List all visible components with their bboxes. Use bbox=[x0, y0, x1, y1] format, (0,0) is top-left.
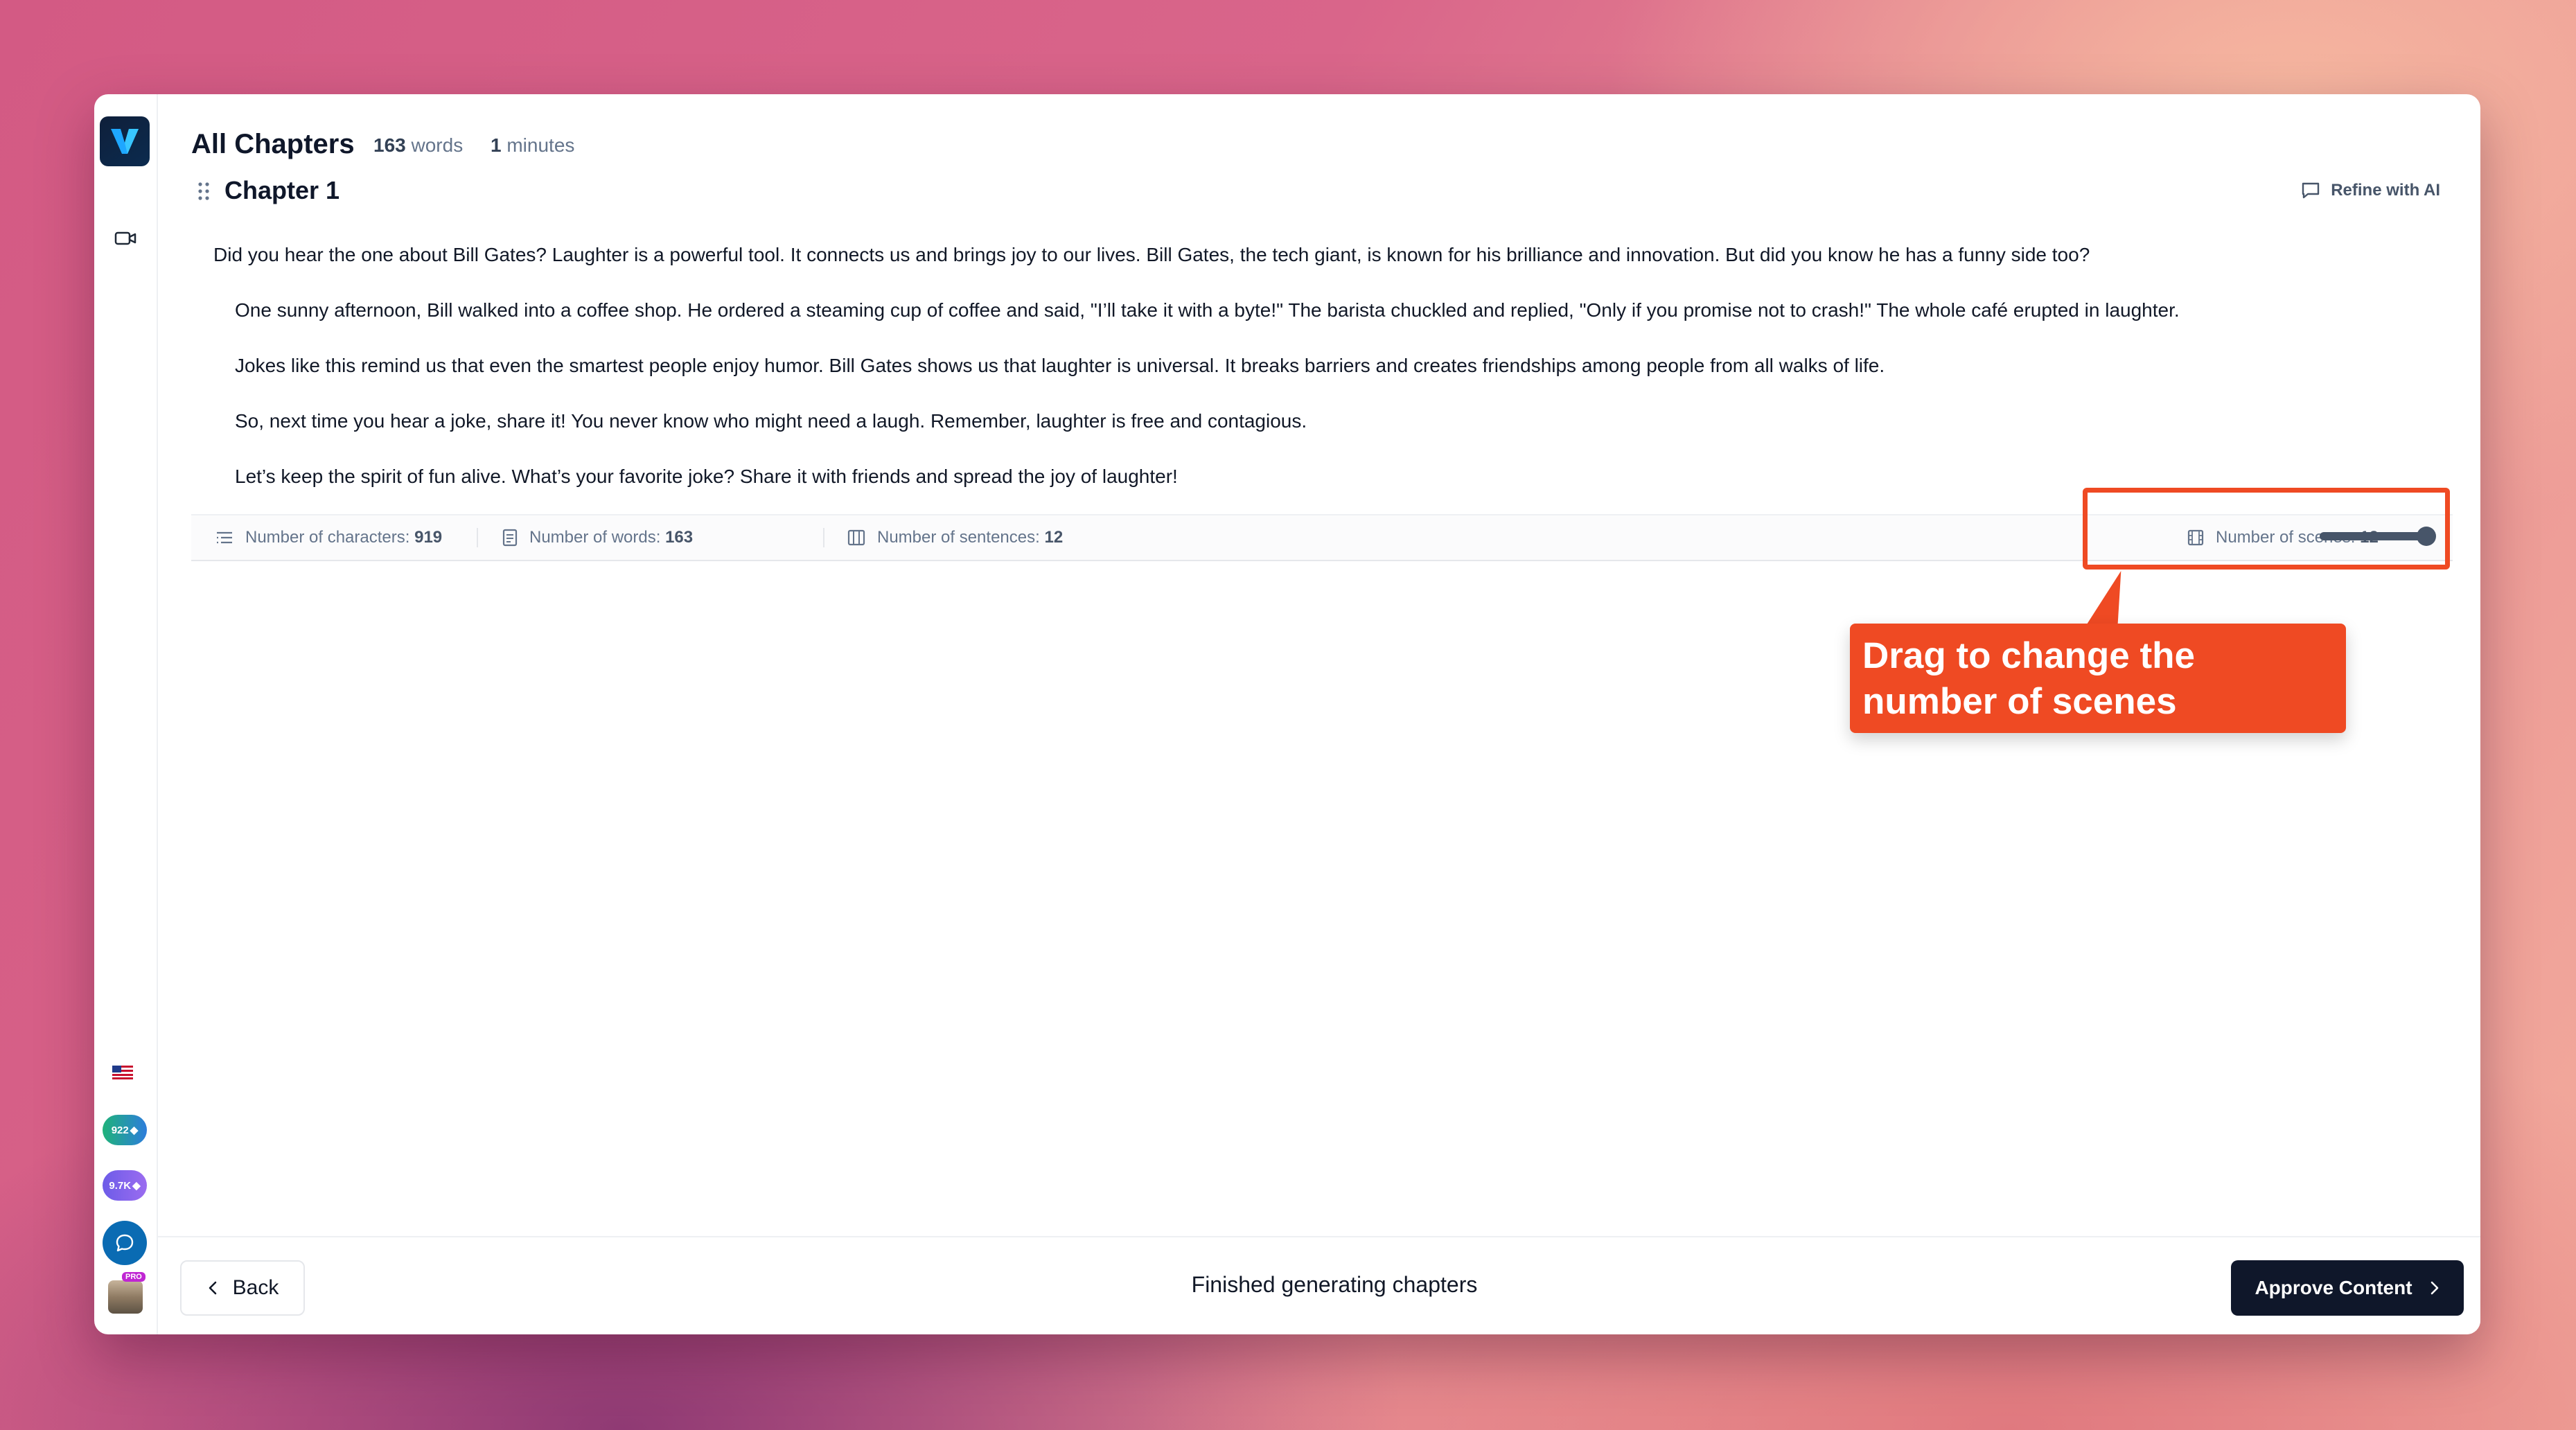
user-avatar[interactable] bbox=[108, 1280, 143, 1314]
credits-count: 9.7K bbox=[109, 1179, 132, 1192]
annotation-pointer bbox=[2087, 571, 2140, 624]
logo-v-icon bbox=[111, 129, 139, 154]
chapter-paragraph[interactable]: Jokes like this remind us that even the … bbox=[235, 355, 1885, 377]
characters-stat: Number of characters: 919 bbox=[215, 515, 442, 560]
list-icon bbox=[217, 531, 232, 544]
comment-icon bbox=[2302, 182, 2320, 199]
words-value: 163 bbox=[665, 528, 694, 547]
chat-bubble-icon bbox=[116, 1234, 134, 1252]
words-label: Number of words: bbox=[529, 528, 661, 547]
chapter-paragraph[interactable]: Let’s keep the spirit of fun alive. What… bbox=[235, 466, 1178, 488]
stat-divider bbox=[823, 528, 824, 547]
document-icon bbox=[502, 529, 518, 547]
credits-badge-secondary[interactable]: 9.7K ◆ bbox=[103, 1170, 147, 1201]
gem-icon: ◆ bbox=[132, 1180, 141, 1192]
sentences-value: 12 bbox=[1044, 528, 1064, 547]
word-count-meta: 163 words bbox=[373, 134, 463, 157]
app-window: 922 ◆ 9.7K ◆ PRO All Chapters 163 words … bbox=[94, 94, 2480, 1334]
refine-label: Refine with AI bbox=[2331, 181, 2440, 200]
duration-meta: 1 minutes bbox=[491, 134, 574, 157]
characters-value: 919 bbox=[414, 528, 443, 547]
chevron-left-icon bbox=[209, 1281, 216, 1295]
app-logo[interactable] bbox=[100, 116, 150, 166]
chevron-right-icon bbox=[2431, 1281, 2438, 1295]
chapter-paragraph[interactable]: Did you hear the one about Bill Gates? L… bbox=[213, 244, 2090, 266]
columns-icon bbox=[847, 529, 865, 546]
back-button[interactable]: Back bbox=[180, 1260, 305, 1316]
generation-status: Finished generating chapters bbox=[1191, 1272, 1478, 1297]
credits-count: 922 bbox=[111, 1124, 129, 1136]
video-icon[interactable] bbox=[114, 229, 137, 248]
words-stat: Number of words: 163 bbox=[502, 515, 693, 560]
word-count-value: 163 bbox=[373, 134, 406, 156]
chapter-paragraph[interactable]: One sunny afternoon, Bill walked into a … bbox=[235, 299, 2180, 321]
annotation-highlight-box bbox=[2083, 488, 2450, 570]
chapter-title[interactable]: Chapter 1 bbox=[224, 176, 339, 205]
us-flag-icon[interactable] bbox=[112, 1066, 133, 1079]
drag-handle-icon[interactable] bbox=[197, 181, 211, 202]
duration-unit: minutes bbox=[506, 134, 575, 156]
duration-value: 1 bbox=[491, 134, 502, 156]
characters-label: Number of characters: bbox=[245, 528, 410, 547]
stat-divider bbox=[477, 528, 478, 547]
pro-badge: PRO bbox=[122, 1272, 145, 1282]
annotation-callout: Drag to change the number of scenes bbox=[1850, 624, 2346, 733]
back-label: Back bbox=[232, 1276, 279, 1299]
chapter-paragraph[interactable]: So, next time you hear a joke, share it!… bbox=[235, 410, 1307, 432]
credits-badge-primary[interactable]: 922 ◆ bbox=[103, 1115, 147, 1145]
word-count-unit: words bbox=[411, 134, 464, 156]
sidebar-rail: 922 ◆ 9.7K ◆ PRO bbox=[94, 94, 158, 1334]
sentences-stat: Number of sentences: 12 bbox=[847, 515, 1063, 560]
page-title: All Chapters bbox=[191, 129, 355, 159]
chat-support-button[interactable] bbox=[103, 1221, 147, 1265]
approve-label: Approve Content bbox=[2255, 1277, 2412, 1298]
approve-content-button[interactable]: Approve Content bbox=[2231, 1260, 2464, 1316]
refine-with-ai-button[interactable]: Refine with AI bbox=[2300, 180, 2440, 201]
gem-icon: ◆ bbox=[130, 1124, 139, 1136]
sentences-label: Number of sentences: bbox=[877, 528, 1040, 547]
